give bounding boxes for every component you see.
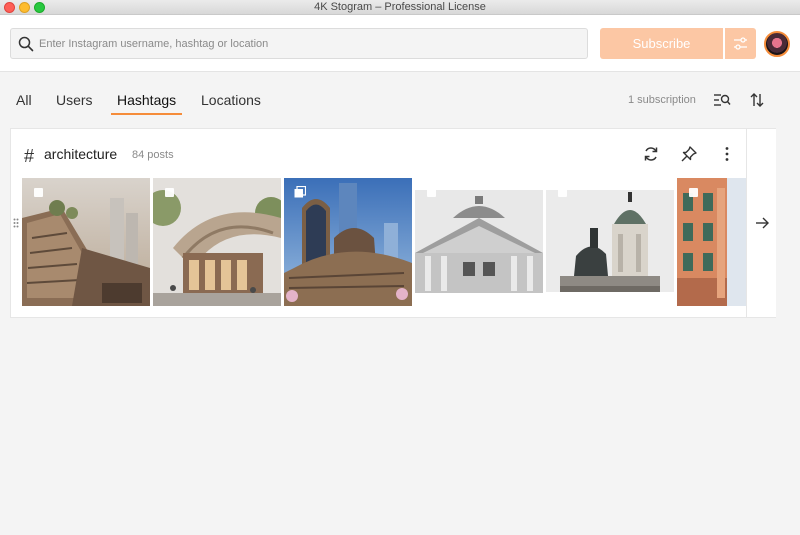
- tab-users[interactable]: Users: [56, 92, 93, 108]
- post-thumbnail[interactable]: [22, 178, 150, 306]
- tab-bar: All Users Hashtags Locations 1 subscript…: [0, 72, 800, 122]
- post-thumbnail[interactable]: [677, 178, 746, 306]
- drag-handle-icon[interactable]: [13, 218, 19, 228]
- filter-settings-button[interactable]: [725, 28, 756, 59]
- subscribe-button[interactable]: Subscribe: [600, 28, 723, 59]
- subscription-card: # architecture 84 posts: [10, 128, 776, 318]
- checkbox-icon[interactable]: [427, 188, 436, 197]
- checkbox-icon[interactable]: [689, 188, 698, 197]
- pin-icon[interactable]: [680, 145, 698, 163]
- post-thumbnail[interactable]: [153, 178, 281, 306]
- more-vertical-icon[interactable]: [718, 145, 736, 163]
- avatar[interactable]: [764, 31, 790, 57]
- tab-hashtags[interactable]: Hashtags: [117, 92, 176, 108]
- search-box: [10, 28, 588, 59]
- filter-sliders-icon: [734, 37, 747, 50]
- post-thumbnail[interactable]: [284, 178, 412, 306]
- toolbar: Subscribe: [0, 15, 800, 72]
- checkbox-icon[interactable]: [558, 188, 567, 197]
- tab-locations[interactable]: Locations: [201, 92, 261, 108]
- search-input[interactable]: [39, 29, 579, 58]
- multiple-images-icon: [294, 186, 306, 198]
- subscription-count: 1 subscription: [628, 94, 696, 106]
- list-search-icon[interactable]: [713, 92, 731, 108]
- next-page-button[interactable]: [746, 129, 776, 317]
- hash-icon: #: [24, 146, 35, 166]
- checkbox-icon[interactable]: [34, 188, 43, 197]
- active-tab-indicator: [111, 113, 182, 115]
- arrow-right-icon: [756, 217, 769, 229]
- card-title[interactable]: architecture: [44, 146, 117, 162]
- post-thumbnail[interactable]: [415, 178, 543, 306]
- window-titlebar: 4K Stogram – Professional License: [0, 0, 800, 15]
- tab-all[interactable]: All: [16, 92, 32, 108]
- window-title: 4K Stogram – Professional License: [314, 1, 486, 13]
- search-icon: [18, 36, 34, 52]
- checkbox-icon[interactable]: [165, 188, 174, 197]
- sort-icon[interactable]: [749, 92, 765, 108]
- posts-count: 84 posts: [132, 149, 174, 161]
- post-thumbnail[interactable]: [546, 178, 674, 306]
- refresh-icon[interactable]: [642, 145, 660, 163]
